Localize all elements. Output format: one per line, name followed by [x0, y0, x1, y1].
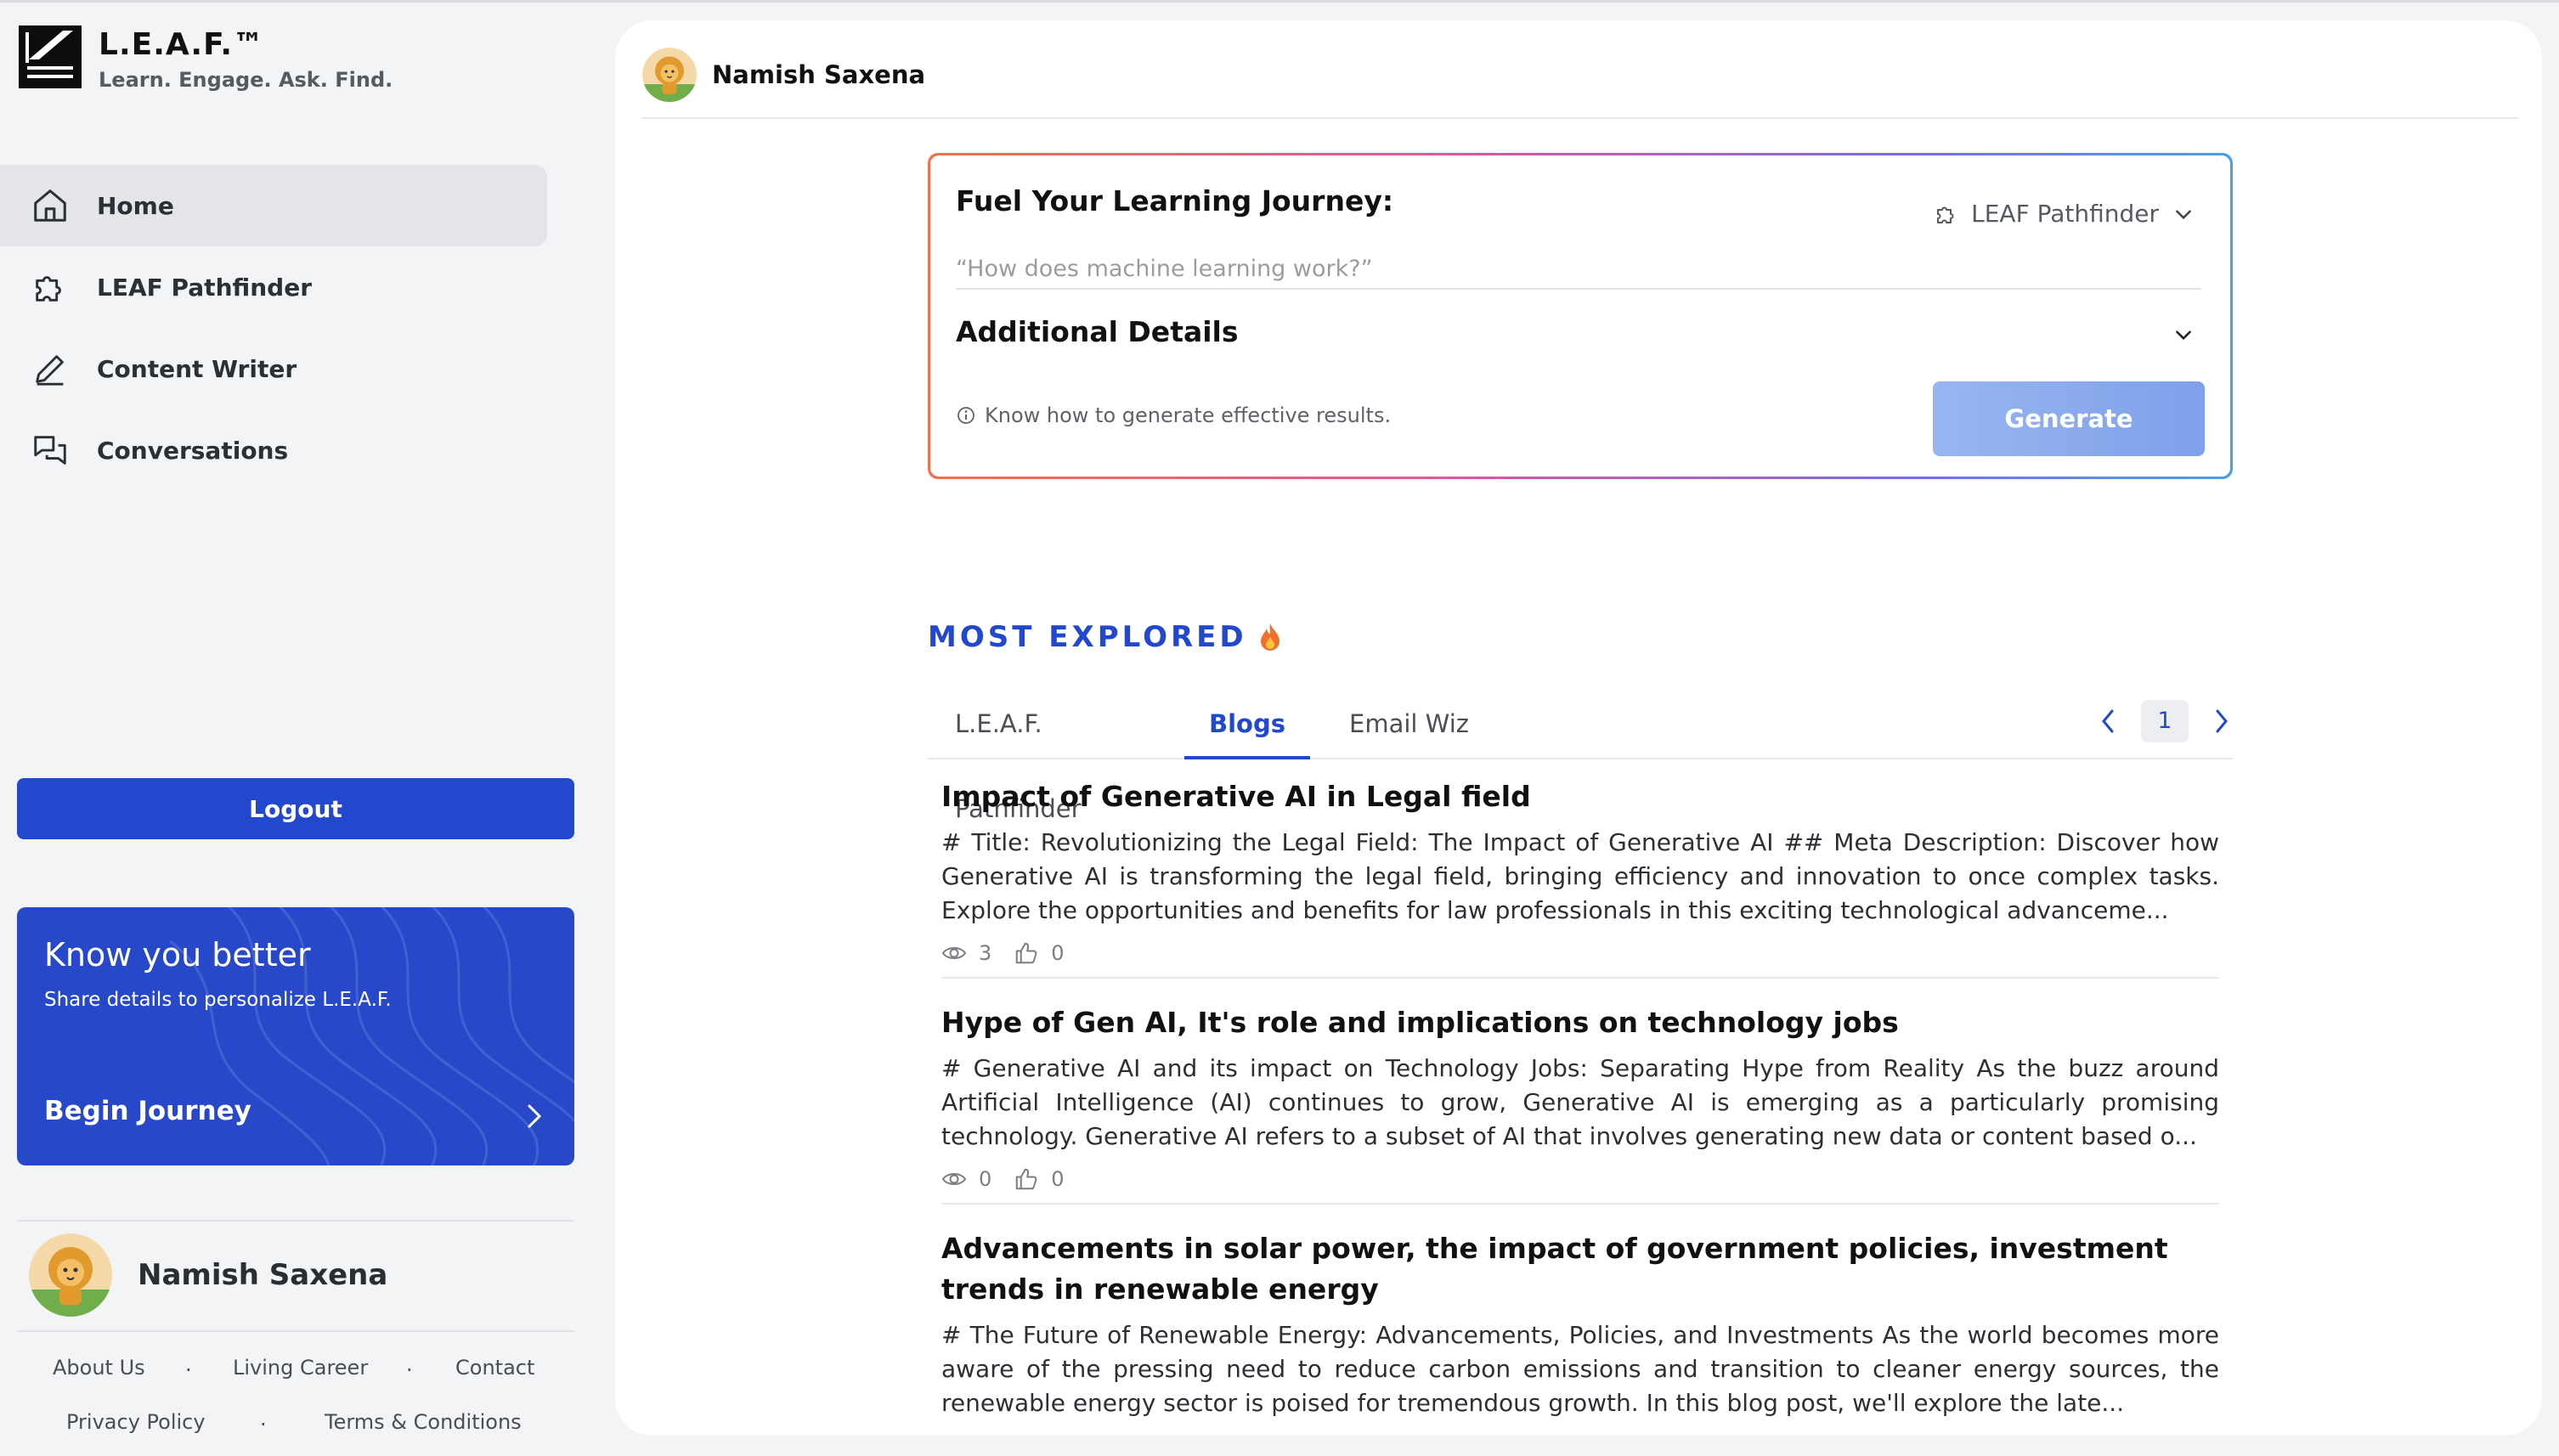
- blog-title[interactable]: Hype of Gen AI, It's role and implicatio…: [941, 994, 2219, 1043]
- pagination: 1: [2097, 700, 2233, 742]
- blog-card[interactable]: Impact of Generative AI in Legal field #…: [941, 768, 2219, 979]
- most-explored-tabs: L.E.A.F. Pathfinder Blogs Email Wiz 1: [928, 681, 2233, 823]
- blog-meta: 3 0: [941, 938, 2219, 968]
- blog-card[interactable]: Hype of Gen AI, It's role and implicatio…: [941, 994, 2219, 1205]
- sidebar-item-label: Conversations: [97, 436, 289, 465]
- chat-bubbles-icon: [34, 436, 66, 465]
- eye-icon: [941, 947, 967, 959]
- sidebar-item-label: Content Writer: [97, 354, 297, 383]
- sidebar-item-leaf-pathfinder[interactable]: LEAF Pathfinder: [0, 246, 547, 328]
- like-count: 0: [1051, 941, 1065, 965]
- sidebar-item-content-writer[interactable]: Content Writer: [0, 328, 547, 409]
- chevron-right-icon[interactable]: [2211, 704, 2233, 738]
- blog-card[interactable]: Advancements in solar power, the impact …: [941, 1220, 2219, 1429]
- brand-title: L.E.A.F.™: [99, 27, 265, 62]
- sidebar-nav: Home LEAF Pathfinder Content Writer Conv…: [0, 165, 547, 491]
- brand-tagline: Learn. Engage. Ask. Find.: [99, 68, 393, 92]
- main-panel: Namish Saxena Fuel Your Learning Journey…: [615, 20, 2542, 1436]
- page-number[interactable]: 1: [2141, 700, 2189, 742]
- footer-separator: .: [185, 1352, 192, 1376]
- sidebar-user-name: Namish Saxena: [138, 1258, 388, 1292]
- chevron-left-icon[interactable]: [2097, 704, 2119, 738]
- sidebar-divider: [17, 1330, 574, 1332]
- privacy-policy-link[interactable]: Privacy Policy: [66, 1410, 206, 1434]
- avatar: [29, 1233, 112, 1317]
- terms-link[interactable]: Terms & Conditions: [325, 1410, 522, 1434]
- blog-title[interactable]: Impact of Generative AI in Legal field: [941, 768, 2219, 817]
- pencil-icon: [36, 355, 64, 386]
- lion-avatar-icon: [642, 48, 697, 102]
- leaf-logo-icon: [19, 25, 82, 88]
- sidebar-item-home[interactable]: Home: [0, 165, 547, 246]
- tab-leaf-pathfinder[interactable]: L.E.A.F. Pathfinder: [955, 681, 1176, 823]
- sidebar-item-label: Home: [97, 191, 174, 220]
- most-explored-title: MOST EXPLORED: [928, 620, 1247, 654]
- footer-separator: .: [260, 1407, 267, 1431]
- thumbs-up-icon[interactable]: [1014, 940, 1039, 966]
- lion-avatar-icon: [29, 1233, 112, 1317]
- query-input[interactable]: [956, 249, 2201, 290]
- blog-excerpt: # The Future of Renewable Energy: Advanc…: [941, 1321, 2219, 1417]
- sidebar: L.E.A.F.™ Learn. Engage. Ask. Find. Home…: [0, 0, 612, 1456]
- know-you-better-card[interactable]: Know you better Share details to persona…: [17, 907, 574, 1165]
- chevron-down-icon: [2176, 209, 2191, 219]
- blog-title[interactable]: Advancements in solar power, the impact …: [941, 1220, 2219, 1310]
- puzzle-icon: [36, 276, 61, 302]
- view-count: 3: [979, 941, 992, 965]
- learning-journey-card: Fuel Your Learning Journey: LEAF Pathfin…: [928, 153, 2233, 479]
- know-card-title: Know you better: [44, 936, 311, 973]
- info-icon: [958, 407, 974, 424]
- header-divider: [642, 117, 2518, 119]
- thumbs-up-icon[interactable]: [1014, 1166, 1039, 1192]
- blog-excerpt: # Title: Revolutionizing the Legal Field…: [941, 828, 2219, 924]
- puzzle-icon: [1937, 206, 1954, 223]
- fire-icon: [1260, 624, 1280, 651]
- about-us-link[interactable]: About Us: [53, 1356, 145, 1380]
- sidebar-divider: [17, 1220, 574, 1222]
- living-career-link[interactable]: Living Career: [233, 1356, 368, 1380]
- tab-blogs[interactable]: Blogs: [1184, 681, 1310, 759]
- header-user-name: Namish Saxena: [712, 60, 926, 89]
- additional-details-toggle[interactable]: Additional Details: [956, 315, 1239, 348]
- mode-select-value: LEAF Pathfinder: [1971, 200, 2159, 228]
- generate-button[interactable]: Generate: [1933, 381, 2205, 456]
- blog-excerpt: # Generative AI and its impact on Techno…: [941, 1054, 2219, 1150]
- hint-link[interactable]: Know how to generate effective results.: [956, 404, 1391, 427]
- like-count: 0: [1051, 1167, 1065, 1191]
- journey-title: Fuel Your Learning Journey:: [956, 184, 1394, 217]
- begin-journey-link[interactable]: Begin Journey: [44, 1096, 251, 1126]
- blog-list: Impact of Generative AI in Legal field #…: [941, 768, 2219, 1436]
- brand[interactable]: L.E.A.F.™ Learn. Engage. Ask. Find.: [19, 25, 393, 92]
- home-icon: [34, 189, 66, 222]
- blog-meta: 0 0: [941, 1164, 2219, 1194]
- contact-link[interactable]: Contact: [455, 1356, 534, 1380]
- main-header: Namish Saxena: [642, 48, 925, 102]
- sidebar-user[interactable]: Namish Saxena: [29, 1233, 387, 1317]
- avatar[interactable]: [642, 48, 697, 102]
- most-explored-heading: MOST EXPLORED: [928, 620, 1283, 654]
- logout-button[interactable]: Logout: [17, 778, 574, 839]
- eye-icon: [941, 1173, 967, 1185]
- hint-text: Know how to generate effective results.: [985, 404, 1392, 427]
- sidebar-item-conversations[interactable]: Conversations: [0, 409, 547, 491]
- know-card-subtitle: Share details to personalize L.E.A.F.: [44, 989, 392, 1011]
- tab-email-wiz[interactable]: Email Wiz: [1349, 681, 1485, 759]
- chevron-right-icon[interactable]: [522, 1099, 547, 1133]
- view-count: 0: [979, 1167, 992, 1191]
- sidebar-item-label: LEAF Pathfinder: [97, 273, 313, 302]
- chevron-down-icon[interactable]: [2172, 324, 2195, 346]
- footer-separator: .: [406, 1352, 413, 1376]
- mode-select[interactable]: LEAF Pathfinder: [1934, 200, 2195, 228]
